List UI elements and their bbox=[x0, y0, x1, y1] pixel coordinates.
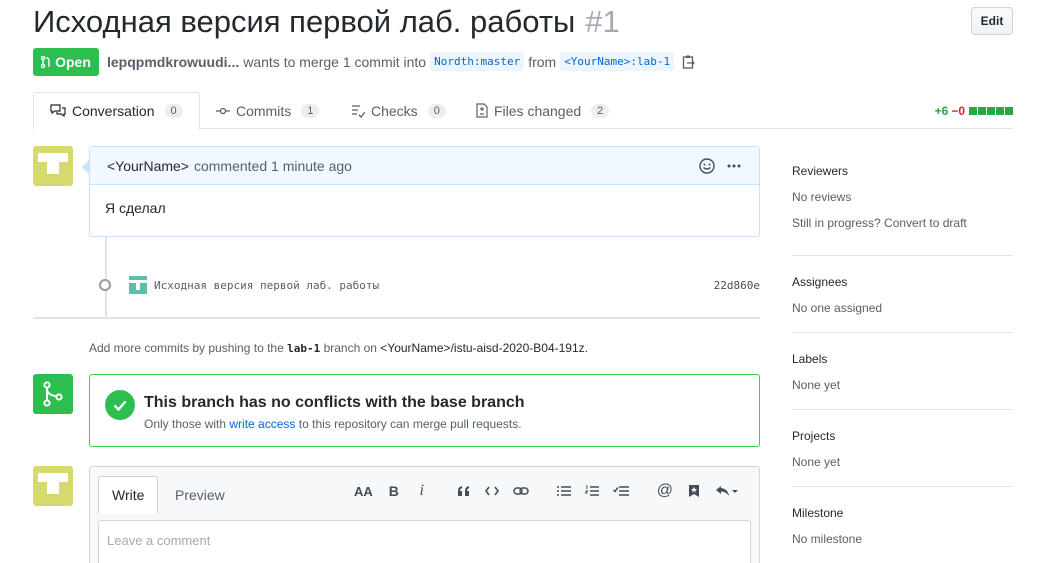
write-access-link[interactable]: write access bbox=[229, 417, 295, 431]
base-branch[interactable]: Nordth:master bbox=[430, 52, 525, 71]
merge-status-subtitle: Only those with write access to this rep… bbox=[144, 417, 522, 431]
check-icon bbox=[105, 390, 135, 420]
sidebar-heading[interactable]: Milestone bbox=[792, 506, 843, 520]
code-icon[interactable] bbox=[484, 486, 499, 496]
tab-label: Files changed bbox=[494, 102, 582, 119]
merge-status-title: This branch has no conflicts with the ba… bbox=[144, 394, 525, 411]
merge-action-text: wants to merge 1 commit into bbox=[243, 53, 427, 70]
unordered-list-icon[interactable] bbox=[556, 485, 571, 497]
sidebar-value: None yet bbox=[792, 455, 841, 469]
tab-label: Conversation bbox=[72, 103, 155, 119]
hint-branch: lab-1 bbox=[287, 342, 321, 355]
tab-conversation[interactable]: Conversation 0 bbox=[33, 92, 200, 130]
state-label: Open bbox=[55, 53, 91, 70]
pr-number: #1 bbox=[585, 4, 620, 39]
commit-node-icon bbox=[99, 279, 111, 291]
comment-editor: Write Preview AA B i @ Leave a comment bbox=[89, 466, 760, 563]
comment-body: Я сделал bbox=[105, 200, 166, 216]
sidebar-milestone[interactable]: Milestone No milestone bbox=[792, 487, 1013, 563]
preview-tab[interactable]: Preview bbox=[175, 476, 225, 514]
commit-sha[interactable]: 22d860e bbox=[714, 279, 760, 292]
comment-author[interactable]: <YourName> bbox=[107, 158, 189, 174]
pr-title: Исходная версия первой лаб. работы #1 bbox=[33, 4, 620, 40]
commit-row: Исходная версия первой лаб. работы 22d86… bbox=[99, 274, 760, 296]
ordered-list-icon[interactable] bbox=[584, 485, 599, 497]
tab-counter: 1 bbox=[301, 103, 320, 118]
hint-prefix: Add more commits by pushing to the bbox=[89, 341, 284, 355]
comment: <YourName> commented 1 minute ago Я сдел… bbox=[82, 146, 760, 237]
italic-button[interactable]: i bbox=[415, 482, 429, 500]
tab-commits[interactable]: Commits 1 bbox=[216, 92, 320, 129]
merge-sub-prefix: Only those with bbox=[144, 417, 227, 431]
state-badge: Open bbox=[33, 47, 99, 76]
comment-header: <YourName> commented 1 minute ago bbox=[90, 147, 759, 185]
tab-counter: 0 bbox=[427, 103, 446, 118]
reply-icon[interactable] bbox=[715, 485, 739, 497]
tab-label: Commits bbox=[236, 102, 292, 119]
bold-button[interactable]: B bbox=[387, 483, 401, 499]
heading-button[interactable]: AA bbox=[354, 484, 373, 499]
pr-meta: Open lepqpmdkrowuudi... wants to merge 1… bbox=[33, 47, 696, 76]
pull-request-icon bbox=[41, 55, 50, 68]
diffstat[interactable]: +6 −0 bbox=[935, 104, 1013, 118]
sidebar-projects[interactable]: Projects None yet bbox=[792, 410, 1013, 487]
checks-icon bbox=[352, 104, 365, 118]
task-list-icon[interactable] bbox=[612, 485, 629, 497]
tab-counter: 2 bbox=[591, 103, 610, 118]
kebab-menu-icon[interactable] bbox=[727, 164, 741, 168]
sidebar-labels[interactable]: Labels None yet bbox=[792, 333, 1013, 410]
sidebar-value: No milestone bbox=[792, 532, 863, 546]
saved-replies-icon[interactable] bbox=[687, 484, 701, 498]
tab-counter: 0 bbox=[164, 104, 183, 118]
write-tab[interactable]: Write bbox=[98, 476, 159, 514]
sidebar-heading[interactable]: Assignees bbox=[792, 275, 847, 289]
sidebar-value: No reviews bbox=[792, 190, 852, 204]
sidebar-heading[interactable]: Projects bbox=[792, 429, 835, 443]
comment-meta[interactable]: commented 1 minute ago bbox=[194, 158, 352, 174]
conversation-icon bbox=[50, 104, 66, 118]
pr-title-text: Исходная версия первой лаб. работы bbox=[33, 4, 576, 39]
divider bbox=[33, 317, 760, 319]
diffstat-additions: +6 bbox=[934, 104, 949, 118]
sidebar-value: No one assigned bbox=[792, 301, 883, 315]
quote-icon[interactable] bbox=[457, 485, 471, 497]
author-link[interactable]: lepqpmdkrowuudi... bbox=[107, 54, 239, 70]
commit-icon bbox=[216, 107, 230, 114]
avatar[interactable] bbox=[33, 146, 73, 186]
smiley-icon[interactable] bbox=[699, 158, 715, 174]
file-diff-icon bbox=[476, 103, 488, 118]
mention-icon[interactable]: @ bbox=[657, 482, 673, 500]
push-hint: Add more commits by pushing to the lab-1… bbox=[89, 341, 588, 355]
edit-button[interactable]: Edit bbox=[971, 7, 1013, 35]
commit-message[interactable]: Исходная версия первой лаб. работы bbox=[154, 279, 379, 292]
comment-textarea[interactable]: Leave a comment bbox=[98, 520, 751, 563]
clipboard-icon[interactable] bbox=[682, 54, 696, 70]
tab-files-changed[interactable]: Files changed 2 bbox=[476, 92, 610, 129]
diffstat-bars bbox=[968, 104, 1013, 118]
tab-checks[interactable]: Checks 0 bbox=[351, 92, 446, 129]
convert-to-draft-link[interactable]: Still in progress? Convert to draft bbox=[792, 216, 967, 230]
sidebar-heading[interactable]: Labels bbox=[792, 352, 827, 366]
hint-mid: branch on bbox=[323, 341, 377, 355]
merge-sub-suffix: to this repository can merge pull reques… bbox=[298, 417, 522, 431]
sidebar-heading[interactable]: Reviewers bbox=[792, 164, 848, 178]
sidebar-assignees[interactable]: Assignees No one assigned bbox=[792, 256, 1013, 333]
merge-icon bbox=[33, 374, 73, 414]
markdown-toolbar: AA B i @ bbox=[354, 482, 739, 500]
avatar[interactable] bbox=[33, 466, 73, 506]
hint-repo[interactable]: <YourName>/istu-aisd-2020-B04-191z. bbox=[380, 341, 588, 355]
diffstat-deletions: −0 bbox=[951, 104, 965, 118]
commit-avatar[interactable] bbox=[129, 276, 147, 294]
sidebar-reviewers[interactable]: Reviewers No reviews Still in progress? … bbox=[792, 146, 1013, 256]
link-icon[interactable] bbox=[513, 486, 529, 496]
tab-label: Checks bbox=[371, 102, 418, 119]
head-branch[interactable]: <YourName>:lab-1 bbox=[560, 52, 675, 71]
pr-tabs: Conversation 0 Commits 1 Checks 0 Files … bbox=[33, 92, 1013, 130]
merge-status-box: This branch has no conflicts with the ba… bbox=[89, 374, 760, 447]
from-text: from bbox=[528, 53, 557, 70]
sidebar-value: None yet bbox=[792, 378, 841, 392]
